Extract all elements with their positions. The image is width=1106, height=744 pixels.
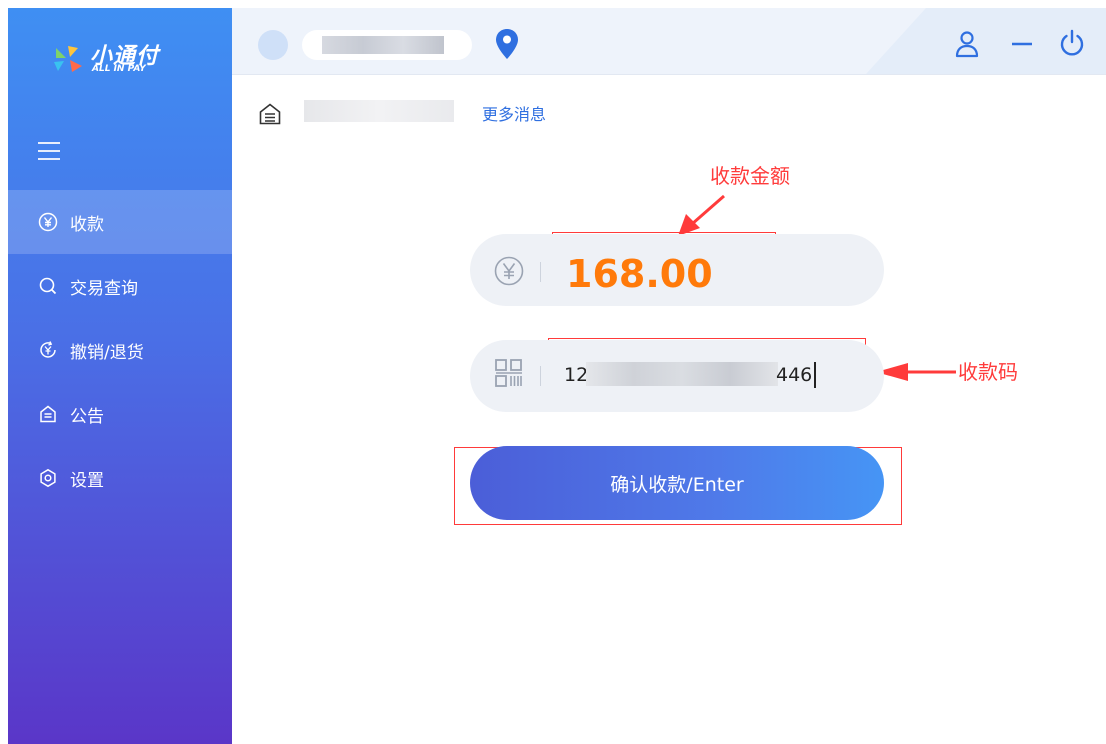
user-icon[interactable] <box>954 30 980 58</box>
notice-icon <box>38 404 58 424</box>
annotation-arrow-code <box>876 363 956 381</box>
power-icon[interactable] <box>1058 28 1086 58</box>
sidebar-nav: 收款 交易查询 撤销/退货 公告 设置 <box>8 190 232 510</box>
app-logo: 小通付 ALL IN PAY <box>52 36 202 86</box>
search-icon <box>38 276 58 296</box>
sidebar-item-label: 交易查询 <box>70 278 138 299</box>
store-name <box>322 36 444 54</box>
brand-subtitle: ALL IN PAY <box>92 64 146 74</box>
sidebar: 小通付 ALL IN PAY 收款 交易查询 撤销/退货 公告 设置 <box>8 8 232 744</box>
qr-code-icon <box>495 359 522 387</box>
sidebar-item-refund[interactable]: 撤销/退货 <box>8 318 232 382</box>
annotation-amount-label: 收款金额 <box>710 164 790 188</box>
sidebar-item-label: 撤销/退货 <box>70 342 144 363</box>
menu-toggle-icon[interactable] <box>38 142 60 162</box>
notice-text <box>304 100 454 122</box>
payment-code-prefix: 12 <box>564 364 589 386</box>
more-messages-link[interactable]: 更多消息 <box>482 101 546 125</box>
logo-mark-icon <box>54 46 82 72</box>
sidebar-item-label: 收款 <box>70 214 104 235</box>
confirm-payment-button[interactable]: 确认收款/Enter <box>470 446 884 520</box>
sidebar-item-collect[interactable]: 收款 <box>8 190 232 254</box>
refund-icon <box>38 340 58 360</box>
sidebar-item-notice[interactable]: 公告 <box>8 382 232 446</box>
annotation-code-label: 收款码 <box>958 360 1018 384</box>
payment-code-suffix: 446 <box>776 364 813 386</box>
minimize-icon[interactable] <box>1010 32 1034 56</box>
yen-circle-icon <box>38 212 58 232</box>
avatar[interactable] <box>258 30 288 60</box>
announcement-icon <box>259 103 281 125</box>
yen-circle-icon <box>494 256 524 286</box>
sidebar-item-settings[interactable]: 设置 <box>8 446 232 510</box>
payment-code-masked <box>586 362 778 386</box>
text-caret <box>814 362 816 388</box>
sidebar-item-label: 设置 <box>70 470 104 491</box>
app-window: 小通付 ALL IN PAY 收款 交易查询 撤销/退货 公告 设置 更多消息 … <box>8 8 1106 744</box>
gear-icon <box>38 468 58 488</box>
sidebar-item-transactions[interactable]: 交易查询 <box>8 254 232 318</box>
sidebar-item-label: 公告 <box>70 406 104 427</box>
amount-value: 168.00 <box>566 252 713 296</box>
location-pin-icon[interactable] <box>494 28 520 60</box>
